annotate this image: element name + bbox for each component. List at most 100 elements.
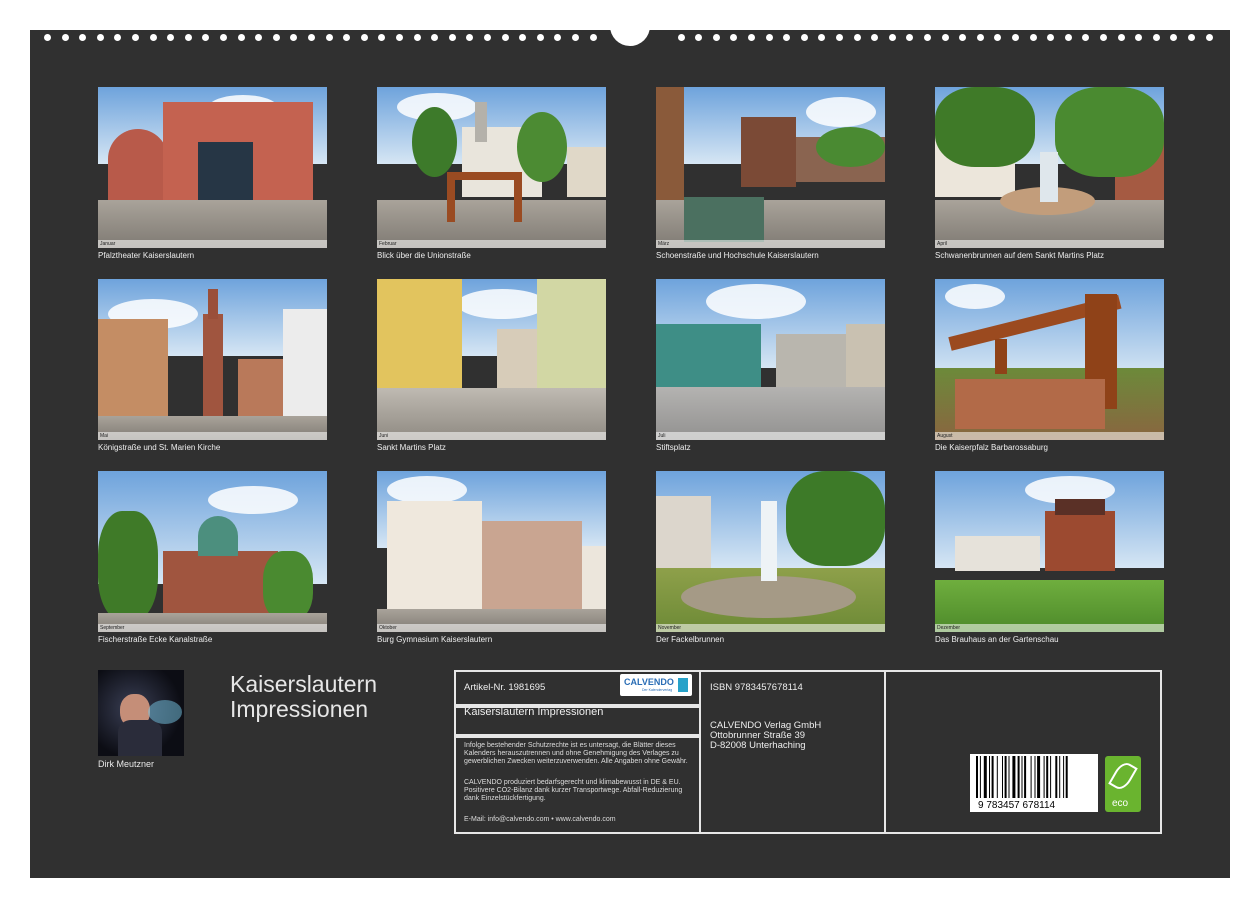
binding-hole (730, 34, 738, 41)
binding-hole (413, 34, 421, 41)
binding-hole (1012, 34, 1019, 41)
photo-thumbnail-1[interactable]: Januar (98, 87, 327, 248)
binding-hole (818, 34, 826, 41)
photo-caption: Stiftsplatz (656, 443, 691, 452)
photo-caption: Der Fackelbrunnen (656, 635, 725, 644)
isbn: ISBN 9783457678114 (710, 682, 803, 693)
photo-caption: Fischerstraße Ecke Kanalstraße (98, 635, 213, 644)
binding-hole (572, 34, 579, 41)
binding-hole (1047, 34, 1055, 41)
title-line-2: Impressionen (230, 696, 369, 722)
binding-hole (906, 34, 914, 41)
binding-hole (220, 34, 227, 41)
eco-badge: eco (1105, 756, 1141, 812)
binding-hole (748, 34, 755, 41)
binding-hole (1117, 34, 1125, 41)
barcode-bars (976, 756, 1068, 798)
binding-hole (396, 34, 403, 41)
binding-hole (132, 34, 139, 41)
binding-hole (871, 34, 879, 41)
binding-hole (589, 34, 597, 41)
calendar-title: Kaiserslautern Impressionen (230, 672, 377, 722)
month-label: November (658, 625, 682, 631)
month-label: Juni (379, 433, 389, 439)
binding-hole (325, 34, 333, 41)
binding-hole (959, 34, 967, 41)
binding-hole (519, 34, 527, 41)
photo-caption: Schwanenbrunnen auf dem Sankt Martins Pl… (935, 251, 1104, 260)
photo-caption: Das Brauhaus an der Gartenschau (935, 635, 1059, 644)
binding-hole (1188, 34, 1195, 41)
eco-badge-text: eco (1112, 798, 1129, 809)
leaf-icon (1108, 759, 1138, 793)
barcode: 9 783457 678114 (970, 754, 1098, 812)
photo-caption: Burg Gymnasium Kaiserslautern (377, 635, 493, 644)
binding-hole (1170, 34, 1178, 41)
publisher-box (699, 670, 886, 834)
binding-hole (1205, 34, 1213, 41)
photo-thumbnail-8[interactable]: August (935, 279, 1164, 440)
binding-hole (554, 34, 562, 41)
author-name: Dirk Meutzner (98, 759, 155, 769)
photo-thumbnail-12[interactable]: Dezember (935, 471, 1164, 632)
binding-hole (853, 34, 861, 41)
binding-hole (1152, 34, 1160, 41)
logo-mark-icon (678, 678, 688, 692)
logo-subtext: Der Kalenderverlag (642, 688, 673, 692)
photo-thumbnail-11[interactable]: November (656, 471, 885, 632)
photo-caption: Pfalztheater Kaiserslautern (98, 251, 195, 260)
photo-thumbnail-10[interactable]: Oktober (377, 471, 606, 632)
binding-hole (1135, 34, 1143, 41)
month-label: September (100, 625, 125, 631)
binding-hole (466, 34, 474, 41)
month-label: Juli (658, 433, 666, 439)
binding-hole (1100, 34, 1107, 41)
photo-caption: Die Kaiserpfalz Barbarossaburg (935, 443, 1048, 452)
binding-hole (79, 34, 87, 41)
photo-thumbnail-9[interactable]: September (98, 471, 327, 632)
photo-thumbnail-3[interactable]: März (656, 87, 885, 248)
eco-text: CALVENDO produziert bedarfsgerecht und k… (464, 779, 683, 802)
binding-hole (800, 34, 808, 41)
photo-caption: Schoenstraße und Hochschule Kaiserslaute… (656, 251, 819, 260)
photo-caption: Sankt Martins Platz (377, 443, 446, 452)
photo-thumbnail-7[interactable]: Juli (656, 279, 885, 440)
month-label: Januar (100, 241, 116, 247)
binding-hole (272, 34, 280, 41)
binding-hole (994, 34, 1002, 41)
publisher-city: D-82008 Unterhaching (710, 740, 806, 751)
month-label: März (658, 241, 670, 247)
binding-hole (149, 34, 157, 41)
binding-hole (61, 34, 69, 41)
photo-thumbnail-5[interactable]: Mai (98, 279, 327, 440)
calvendo-logo: CALVENDO Der Kalenderverlag (620, 674, 692, 696)
binding-hole (96, 34, 104, 41)
binding-hole (536, 34, 544, 41)
binding-hole (976, 34, 984, 41)
product-title: Kaiserslautern Impressionen (464, 706, 604, 718)
photo-thumbnail-2[interactable]: Februar (377, 87, 606, 248)
month-label: August (937, 433, 953, 439)
title-line-1: Kaiserslautern (230, 671, 378, 697)
binding-hole (184, 34, 192, 41)
calendar-back-cover: Januar Pfalztheater Kaiserslautern Febru… (30, 18, 1230, 878)
month-label: Dezember (937, 625, 961, 631)
copyright-text: Infolge bestehender Schutzrechte ist es … (464, 742, 688, 765)
month-label: Mai (100, 433, 109, 439)
binding-hole (378, 34, 386, 41)
binding-hole (836, 34, 843, 41)
binding-hole (695, 34, 703, 41)
photo-caption: Königstraße und St. Marien Kirche (98, 443, 221, 452)
binding-hole (484, 34, 491, 41)
photo-thumbnail-4[interactable]: April (935, 87, 1164, 248)
article-number: Artikel-Nr. 1981695 (464, 682, 546, 693)
binding-hole (360, 34, 368, 41)
photo-thumbnail-6[interactable]: Juni (377, 279, 606, 440)
binding-hole (924, 34, 931, 41)
month-label: Oktober (379, 625, 397, 631)
binding-hole (431, 34, 439, 41)
binding-hole (888, 34, 896, 41)
binding-hole (501, 34, 509, 41)
logo-text: CALVENDO (624, 677, 674, 687)
binding-hole (712, 34, 720, 41)
